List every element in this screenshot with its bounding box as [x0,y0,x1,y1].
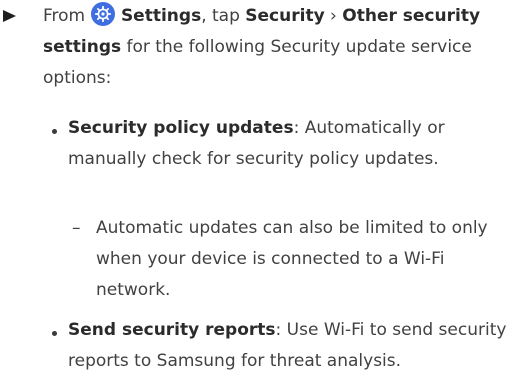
breadcrumb-separator: › [324,6,343,26]
step-arrow-icon [3,10,16,22]
sub-bullet-text: Automatic updates can also be limited to… [96,218,488,300]
step-text: From Settings, tap Security › Other secu… [43,1,513,94]
step-prefix: From [43,6,91,26]
bullet-title: Send security reports [68,320,276,340]
bullet-security-policy-updates: Security policy updates: Automatically o… [52,113,513,175]
sub-bullet-automatic-updates: – Automatic updates can also be limited … [72,213,506,306]
bullet-text: Send security reports: Use Wi-Fi to send… [68,315,513,377]
bullet-dot [52,331,57,336]
bullet-dot [52,129,57,134]
dash-marker: – [72,218,81,238]
step-tap-text: , tap [201,6,246,26]
settings-gear-icon [90,2,115,26]
bullet-title: Security policy updates [68,118,294,138]
security-label: Security [245,6,325,26]
bullet-text: Security policy updates: Automatically o… [68,113,513,175]
bullet-send-security-reports: Send security reports: Use Wi-Fi to send… [52,315,513,377]
settings-label: Settings [120,6,202,26]
